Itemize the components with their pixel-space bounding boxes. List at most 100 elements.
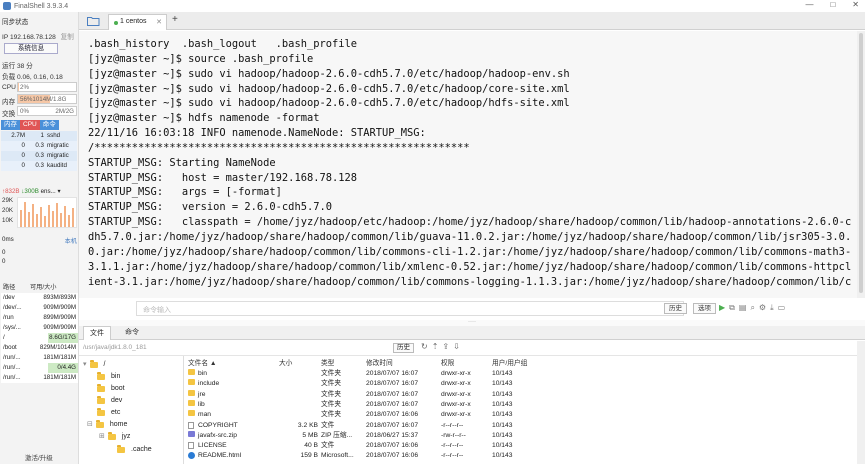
process-row[interactable]: 2.7M 1 sshd <box>1 131 77 141</box>
tab-proc-cpu[interactable]: CPU <box>20 120 40 130</box>
proc-cpu: 1 <box>40 132 44 139</box>
col-filename[interactable]: 文件名 ▲ <box>188 359 276 369</box>
process-row[interactable]: 0 0.3 kauditd <box>1 161 77 171</box>
tree-item-jyz[interactable]: ⊞ jyz <box>99 431 130 442</box>
file-row[interactable]: javafx-src.zip 5 MB ZIP 压缩... 2018/06/27 15… <box>185 430 545 441</box>
net-bar <box>40 207 42 227</box>
disk-row[interactable]: /dev 893M/893M <box>1 293 78 303</box>
tab-proc-cmd[interactable]: 命令 <box>39 120 59 130</box>
file-row[interactable]: COPYRIGHT 3.2 KB 文件 2018/07/07 16:07 -r--r--… <box>185 421 545 431</box>
file-row[interactable]: bin 文件夹 2018/07/07 16:07 drwxr-xr-x 10/143 <box>185 369 545 379</box>
chevron-down-icon[interactable]: ▾ <box>83 359 87 370</box>
file-list-header: 文件名 ▲ 大小 类型 修改时间 权限 用户/用户组 <box>185 359 545 369</box>
proc-cmd: sshd <box>47 132 61 139</box>
close-icon[interactable]: ✕ <box>852 0 859 9</box>
disk-row[interactable]: /sys/... 909M/909M <box>1 323 78 333</box>
tree-item-label: bin <box>111 373 121 380</box>
file-row[interactable]: man 文件夹 2018/07/07 16:06 drwxr-xr-x 10/143 <box>185 410 545 420</box>
command-history-button[interactable]: 历史 <box>664 303 687 314</box>
disk-row[interactable]: /boot 829M/1014M <box>1 343 78 353</box>
window-icon[interactable]: ▭ <box>778 303 786 313</box>
disk-row[interactable]: /run/... 181M/181M <box>1 353 78 363</box>
net-bar <box>52 211 54 227</box>
file-owner: 10/143 <box>492 400 513 408</box>
tree-item-etc[interactable]: etc <box>97 407 120 418</box>
add-tab-button[interactable]: + <box>172 15 178 25</box>
path-history-button[interactable]: 历史 <box>393 343 414 353</box>
disk-row[interactable]: / 8.6G/17G <box>1 333 78 343</box>
up-dir-icon[interactable]: ⇡ <box>432 342 439 351</box>
col-owner[interactable]: 用户/用户组 <box>492 359 532 369</box>
file-row[interactable]: lib 文件夹 2018/07/07 16:07 drwxr-xr-x 10/143 <box>185 399 545 410</box>
command-options-button[interactable]: 选项 <box>693 303 716 314</box>
disk-row[interactable]: /run/... 0/4.4G <box>1 363 78 373</box>
disk-row[interactable]: /run/... 181M/181M <box>1 373 78 383</box>
col-size[interactable]: 大小 <box>279 359 321 369</box>
file-list-scrollbar[interactable] <box>857 341 865 464</box>
path-input[interactable]: /usr/java/jdk1.8.0_181 <box>83 344 383 351</box>
expand-icon[interactable]: ⊞ <box>99 431 105 442</box>
copy-ip-button[interactable]: 复制 <box>61 34 74 41</box>
folder-open-icon[interactable] <box>87 16 100 26</box>
chevron-down-icon[interactable]: ▾ <box>57 188 60 195</box>
terminal-scrollbar[interactable] <box>857 31 865 298</box>
close-tab-icon[interactable]: ✕ <box>156 18 162 26</box>
search-icon[interactable]: ⌕ <box>750 303 754 313</box>
tree-item-root[interactable]: ▾ / <box>83 359 105 370</box>
tab-files[interactable]: 文件 <box>83 326 111 340</box>
file-row[interactable]: LICENSE 40 B 文件 2018/07/07 16:06 -r--r--r-- 1… <box>185 441 545 451</box>
file-type: Microsoft... <box>321 452 354 460</box>
maximize-icon[interactable]: □ <box>830 0 835 9</box>
col-type[interactable]: 类型 <box>321 359 365 369</box>
net-bar <box>48 205 50 227</box>
download-icon[interactable]: ⇩ <box>453 342 460 351</box>
file-perm: drwxr-xr-x <box>441 380 471 388</box>
disk-row[interactable]: /dev/... 909M/909M <box>1 303 78 313</box>
tab-proc-mem[interactable]: 内存 <box>1 120 20 130</box>
file-panel-tabs: 文件 命令 <box>79 326 865 340</box>
tree-item-bin[interactable]: bin <box>97 371 120 382</box>
run-icon[interactable]: ▶ <box>719 303 725 313</box>
col-mtime[interactable]: 修改时间 <box>366 359 442 369</box>
session-tab-label: 1 centos <box>120 18 147 25</box>
sidebar: 同步状态 IP 192.168.78.128 复制 系统信息 运行 38 分 负… <box>0 12 79 464</box>
file-name: bin <box>198 370 207 377</box>
tree-item-dev[interactable]: dev <box>97 395 122 406</box>
activate-upgrade-link[interactable]: 激活/升级 <box>25 452 53 462</box>
terminal-line: STARTUP_MSG: args = [-format] <box>88 186 282 199</box>
sysinfo-button[interactable]: 系统信息 <box>4 43 58 54</box>
paste-icon[interactable]: ▤ <box>739 303 747 313</box>
minimize-icon[interactable]: — <box>805 0 813 9</box>
latency-local[interactable]: 本机 <box>65 236 77 245</box>
tree-item-cache[interactable]: .cache <box>117 444 152 455</box>
process-row[interactable]: 0 0.3 migratic <box>1 151 77 161</box>
disk-row[interactable]: /run 899M/909M <box>1 313 78 323</box>
command-input[interactable]: 命令输入 <box>136 301 684 316</box>
scrollbar-thumb[interactable] <box>859 33 863 293</box>
connected-status-icon <box>114 21 118 25</box>
expand-icon[interactable]: ⊟ <box>87 419 93 430</box>
title-bar: FinalShell 3.9.3.4 — □ ✕ <box>0 0 865 12</box>
disk-usage: 893M/893M <box>43 294 76 301</box>
copy-icon[interactable]: ⧉ <box>729 303 735 313</box>
col-perm[interactable]: 权限 <box>441 359 491 369</box>
tree-item-home[interactable]: ⊟ home <box>87 419 127 430</box>
file-row[interactable]: include 文件夹 2018/07/07 16:07 drwxr-xr-x 10/1… <box>185 379 545 389</box>
terminal-output[interactable]: .bash_history .bash_logout .bash_profile… <box>79 31 857 298</box>
tab-session-centos[interactable]: 1 centos ✕ <box>108 14 167 30</box>
upload-icon[interactable]: ⇪ <box>442 342 449 351</box>
download-icon[interactable]: ⤓ <box>770 303 774 313</box>
file-row[interactable]: jre 文件夹 2018/07/07 16:07 drwxr-xr-x 10/143 <box>185 389 545 400</box>
directory-tree: ▾ / bin boot dev etc ⊟ home ⊞ jyz .cache <box>79 356 184 464</box>
disk-path: / <box>3 334 5 341</box>
net-interface-select[interactable]: ens... <box>41 188 56 195</box>
tree-item-boot[interactable]: boot <box>97 383 125 394</box>
tab-commands[interactable]: 命令 <box>119 326 145 340</box>
file-owner: 10/143 <box>492 431 513 439</box>
gear-icon[interactable]: ⚙ <box>759 303 766 313</box>
network-bars <box>20 202 74 227</box>
process-row[interactable]: 0 0.3 migratic <box>1 141 77 151</box>
file-owner: 10/143 <box>492 370 513 377</box>
refresh-icon[interactable]: ↻ <box>421 342 428 351</box>
file-row[interactable]: README.html 159 B Microsoft... 2018/07/07 1… <box>185 451 545 461</box>
